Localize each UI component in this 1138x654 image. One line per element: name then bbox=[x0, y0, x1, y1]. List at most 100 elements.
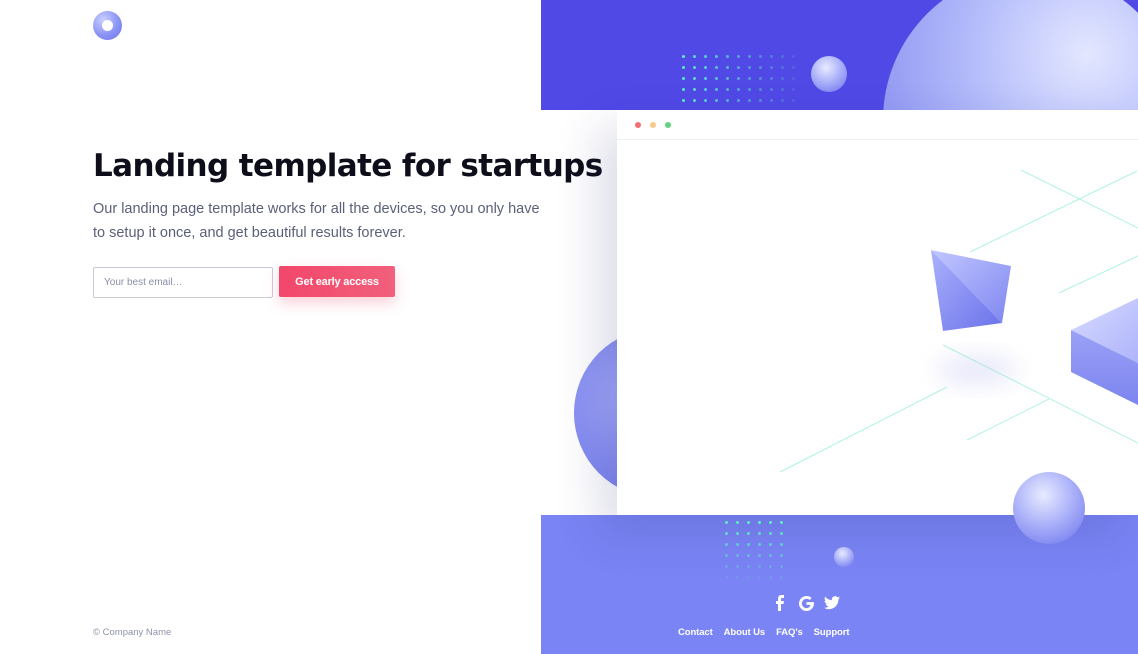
dot bbox=[747, 532, 750, 535]
copyright-text: © Company Name bbox=[93, 627, 172, 638]
dot bbox=[736, 576, 739, 579]
dot bbox=[715, 77, 718, 80]
dot bbox=[748, 88, 751, 91]
dot bbox=[725, 565, 728, 568]
dot bbox=[780, 565, 783, 568]
dot bbox=[726, 88, 729, 91]
dot bbox=[747, 554, 750, 557]
dot bbox=[693, 55, 696, 58]
footer-link-support[interactable]: Support bbox=[814, 627, 850, 638]
dot bbox=[737, 66, 740, 69]
dot bbox=[693, 88, 696, 91]
dot bbox=[725, 521, 728, 524]
browser-close-dot bbox=[635, 122, 641, 128]
dot bbox=[725, 543, 728, 546]
dot bbox=[747, 521, 750, 524]
dot bbox=[769, 521, 772, 524]
dot bbox=[682, 66, 685, 69]
dot bbox=[704, 66, 707, 69]
dot bbox=[726, 99, 729, 102]
footer-nav: Contact About Us FAQ's Support bbox=[678, 627, 849, 638]
dot bbox=[780, 521, 783, 524]
dot bbox=[792, 66, 795, 69]
dot bbox=[737, 88, 740, 91]
dot bbox=[693, 99, 696, 102]
box-shape bbox=[1071, 298, 1138, 405]
dot bbox=[747, 565, 750, 568]
dot bbox=[780, 554, 783, 557]
large-orb-decoration bbox=[883, 0, 1138, 110]
dot bbox=[759, 77, 762, 80]
dot bbox=[780, 576, 783, 579]
dot bbox=[737, 55, 740, 58]
dot bbox=[726, 66, 729, 69]
dot bbox=[704, 88, 707, 91]
dot bbox=[715, 66, 718, 69]
dot bbox=[747, 576, 750, 579]
dot bbox=[715, 55, 718, 58]
dot bbox=[736, 565, 739, 568]
google-icon[interactable] bbox=[798, 595, 814, 611]
dot bbox=[693, 66, 696, 69]
dot bbox=[781, 55, 784, 58]
browser-mockup bbox=[617, 110, 1138, 515]
dot bbox=[737, 77, 740, 80]
hero-top-band bbox=[541, 0, 1138, 110]
dot bbox=[704, 99, 707, 102]
twitter-icon[interactable] bbox=[824, 595, 840, 611]
dot bbox=[748, 55, 751, 58]
small-orb-top bbox=[811, 56, 847, 92]
browser-minimize-dot bbox=[650, 122, 656, 128]
dot-grid-top bbox=[682, 55, 795, 102]
dot bbox=[769, 532, 772, 535]
facebook-icon[interactable] bbox=[772, 595, 788, 611]
hero-title: Landing template for startups bbox=[93, 148, 603, 184]
dot bbox=[781, 77, 784, 80]
dot bbox=[770, 99, 773, 102]
social-links bbox=[772, 595, 840, 611]
dot bbox=[758, 565, 761, 568]
dot bbox=[704, 77, 707, 80]
dot bbox=[758, 576, 761, 579]
dot bbox=[758, 554, 761, 557]
dot bbox=[715, 99, 718, 102]
small-orb-bottom bbox=[834, 547, 854, 567]
hero-paragraph: Our landing page template works for all … bbox=[93, 201, 540, 241]
logo[interactable] bbox=[93, 11, 122, 40]
get-early-access-button[interactable]: Get early access bbox=[279, 266, 395, 297]
dot bbox=[792, 77, 795, 80]
dot bbox=[736, 543, 739, 546]
email-input[interactable] bbox=[93, 267, 273, 298]
footer-link-about-us[interactable]: About Us bbox=[724, 627, 766, 638]
dot bbox=[737, 99, 740, 102]
dot bbox=[770, 88, 773, 91]
dot bbox=[758, 543, 761, 546]
footer-link-faqs[interactable]: FAQ's bbox=[776, 627, 803, 638]
dot bbox=[759, 99, 762, 102]
footer-link-contact[interactable]: Contact bbox=[678, 627, 713, 638]
dot bbox=[780, 543, 783, 546]
dot bbox=[693, 77, 696, 80]
browser-toolbar bbox=[617, 110, 1138, 140]
dot bbox=[758, 532, 761, 535]
dot bbox=[747, 543, 750, 546]
dot bbox=[704, 55, 707, 58]
illustration-canvas bbox=[779, 169, 1138, 473]
orb-bottom-right bbox=[1013, 472, 1085, 544]
dot bbox=[769, 554, 772, 557]
dot bbox=[748, 77, 751, 80]
dot-grid-bottom bbox=[725, 521, 783, 579]
dot bbox=[715, 88, 718, 91]
dot bbox=[682, 77, 685, 80]
dot bbox=[792, 88, 795, 91]
dot bbox=[725, 554, 728, 557]
dot bbox=[781, 66, 784, 69]
dot bbox=[770, 77, 773, 80]
dot bbox=[682, 99, 685, 102]
dot bbox=[792, 55, 795, 58]
dot bbox=[759, 66, 762, 69]
dot bbox=[759, 88, 762, 91]
dot bbox=[725, 532, 728, 535]
dot bbox=[769, 565, 772, 568]
pyramid-shape bbox=[931, 250, 1017, 384]
